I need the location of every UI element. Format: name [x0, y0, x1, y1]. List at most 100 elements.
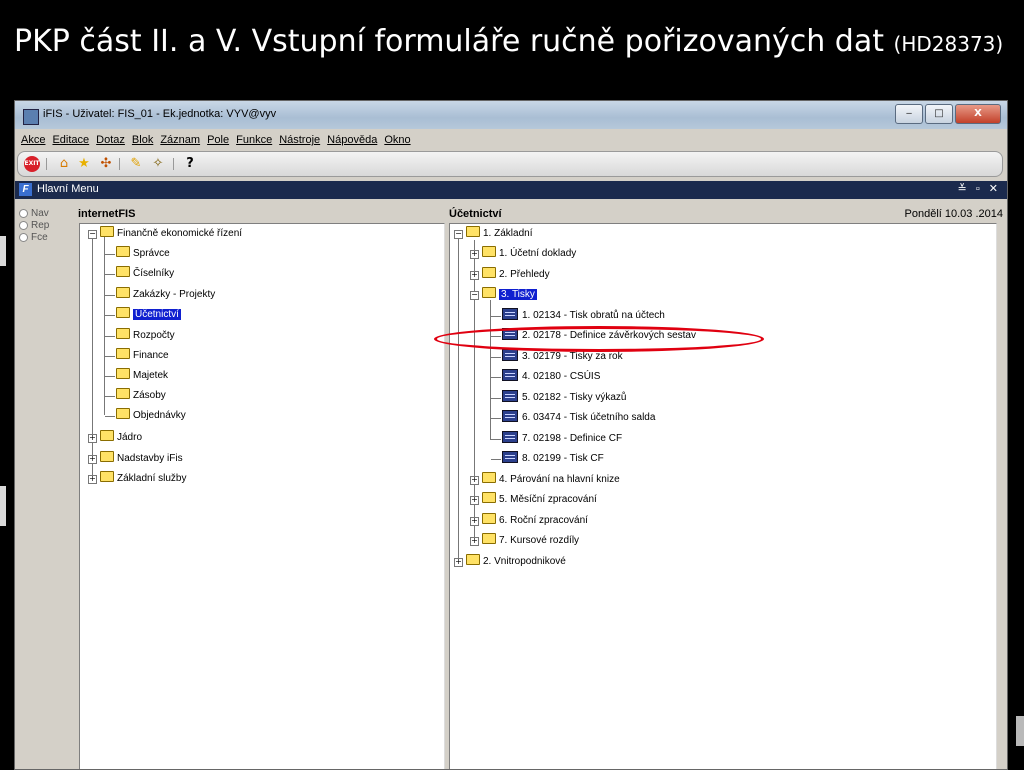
menu-zaznam[interactable]: Záznam	[160, 131, 200, 149]
maximize-button[interactable]: □	[925, 104, 953, 124]
tree-node-ucetnictvi[interactable]: Účetnictví	[116, 307, 182, 323]
exit-icon[interactable]: EXIT	[24, 156, 40, 172]
tree-node-prehledy[interactable]: 2. Přehledy	[482, 267, 550, 283]
form-item-03474[interactable]: 6. 03474 - Tisk účetního salda	[502, 410, 655, 426]
folder-icon	[116, 348, 130, 359]
toolbar-separator	[173, 158, 174, 170]
tree-icon[interactable]: ✣	[98, 156, 114, 172]
tree-node-zakladni-sluzby[interactable]: Základní služby	[100, 471, 186, 487]
expand-toggle[interactable]: +	[470, 537, 479, 546]
form-label: 6. 03474 - Tisk účetního salda	[522, 412, 656, 423]
collapse-toggle[interactable]: −	[470, 291, 479, 300]
form-item-02198[interactable]: 7. 02198 - Definice CF	[502, 431, 622, 447]
tree-node-label: 2. Přehledy	[499, 269, 550, 280]
tree-node-jadro[interactable]: Jádro	[100, 430, 142, 446]
tree-node-label: Jádro	[117, 432, 143, 443]
slide-title-code: (HD28373)	[893, 32, 1004, 56]
radio-dot	[19, 208, 28, 218]
form-item-02182[interactable]: 5. 02182 - Tisky výkazů	[502, 390, 627, 406]
expand-toggle[interactable]: +	[454, 558, 463, 567]
tree-node-objednavky[interactable]: Objednávky	[116, 408, 186, 424]
tree-node-parovani[interactable]: 4. Párování na hlavní knize	[482, 472, 620, 488]
tree-node-ciselniky[interactable]: Číselníky	[116, 266, 174, 282]
expand-toggle[interactable]: +	[470, 496, 479, 505]
tree-node-spravce[interactable]: Správce	[116, 246, 170, 262]
form-label: 4. 02180 - CSÚIS	[522, 371, 601, 382]
wand-icon[interactable]: ✧	[150, 156, 166, 172]
close-button[interactable]: X	[955, 104, 1001, 124]
folder-icon	[482, 533, 496, 544]
tree-node-ucetni-doklady[interactable]: 1. Účetní doklady	[482, 246, 576, 262]
form-item-02179[interactable]: 3. 02179 - Tisky za rok	[502, 349, 623, 365]
tree-node-zakladni[interactable]: 1. Základní	[466, 226, 532, 242]
mode-radio-rep[interactable]: Rep	[19, 220, 49, 232]
form-item-02199[interactable]: 8. 02199 - Tisk CF	[502, 451, 604, 467]
expand-toggle[interactable]: +	[88, 475, 97, 484]
tree-line	[105, 254, 115, 255]
form-item-02178[interactable]: 2. 02178 - Definice závěrkových sestav	[502, 328, 696, 344]
menu-funkce[interactable]: Funkce	[236, 131, 272, 149]
form-label: 3. 02179 - Tisky za rok	[522, 351, 623, 362]
slide-decor	[0, 486, 6, 526]
tree-node-rozpocty[interactable]: Rozpočty	[116, 328, 175, 344]
window-titlebar[interactable]: iFIS - Uživatel: FIS_01 - Ek.jednotka: V…	[15, 101, 1007, 129]
menu-okno[interactable]: Okno	[384, 131, 410, 149]
mode-radio-nav[interactable]: Nav	[19, 208, 49, 220]
tree-line	[491, 418, 501, 419]
tree-node-zasoby[interactable]: Zásoby	[116, 388, 166, 404]
tree-node-nadstavby[interactable]: Nadstavby iFis	[100, 451, 183, 467]
inner-window-controls[interactable]: ≚ ▫ ✕	[958, 182, 1001, 195]
mode-label: Rep	[31, 220, 50, 231]
menu-akce[interactable]: Akce	[21, 131, 45, 149]
tree-node-label: 7. Kursové rozdíly	[499, 535, 580, 546]
menu-nastroje[interactable]: Nástroje	[279, 131, 320, 149]
tree-node-vnitropodnikove[interactable]: 2. Vnitropodnikové	[466, 554, 566, 570]
tree-line	[105, 376, 115, 377]
mode-label: Fce	[31, 232, 48, 243]
expand-toggle[interactable]: +	[88, 455, 97, 464]
tree-node-majetek[interactable]: Majetek	[116, 368, 168, 384]
left-tree-pane[interactable]: − Finančně ekonomické řízení Správce Čís…	[79, 223, 445, 769]
form-icon	[502, 410, 518, 422]
form-item-02180[interactable]: 4. 02180 - CSÚIS	[502, 369, 600, 385]
expand-toggle[interactable]: +	[88, 434, 97, 443]
collapse-toggle[interactable]: −	[88, 230, 97, 239]
favorites-star-icon[interactable]: ★	[76, 156, 92, 172]
help-icon[interactable]: ?	[182, 156, 198, 172]
expand-toggle[interactable]: +	[470, 476, 479, 485]
slide-decor	[0, 236, 6, 266]
tree-line	[104, 237, 105, 415]
tree-line	[491, 439, 501, 440]
expand-toggle[interactable]: +	[470, 271, 479, 280]
folder-open-icon	[482, 287, 496, 298]
menu-editace[interactable]: Editace	[52, 131, 89, 149]
right-tree-pane[interactable]: − 1. Základní + 1. Účetní doklady + 2. P…	[449, 223, 997, 769]
tree-node-tisky[interactable]: 3. Tisky	[482, 287, 538, 303]
tree-node-finance[interactable]: Finance	[116, 348, 169, 364]
minimize-button[interactable]: ‒	[895, 104, 923, 124]
tree-node-kursove[interactable]: 7. Kursové rozdíly	[482, 533, 579, 549]
folder-open-icon	[466, 226, 480, 237]
folder-icon	[482, 246, 496, 257]
tree-node-mesicni[interactable]: 5. Měsíční zpracování	[482, 492, 597, 508]
form-icon	[502, 308, 518, 320]
tree-node-label: Rozpočty	[133, 330, 175, 341]
folder-icon	[116, 368, 130, 379]
tree-node-rocni[interactable]: 6. Roční zpracování	[482, 513, 588, 529]
form-item-02134[interactable]: 1. 02134 - Tisk obratů na účtech	[502, 308, 665, 324]
menu-blok[interactable]: Blok	[132, 131, 153, 149]
form-label: 1. 02134 - Tisk obratů na účtech	[522, 310, 665, 321]
collapse-toggle[interactable]: −	[454, 230, 463, 239]
expand-toggle[interactable]: +	[470, 517, 479, 526]
tree-node-zakazky[interactable]: Zakázky - Projekty	[116, 287, 215, 303]
form-icon	[502, 451, 518, 463]
tree-node-label: Správce	[133, 248, 170, 259]
expand-toggle[interactable]: +	[470, 250, 479, 259]
menu-napoveda[interactable]: Nápověda	[327, 131, 377, 149]
tree-node-root[interactable]: Finančně ekonomické řízení	[100, 226, 242, 242]
menu-dotaz[interactable]: Dotaz	[96, 131, 125, 149]
home-icon[interactable]: ⌂	[56, 156, 72, 172]
mode-radio-fce[interactable]: Fce	[19, 232, 49, 244]
menu-pole[interactable]: Pole	[207, 131, 229, 149]
tools-icon[interactable]: ✎	[128, 156, 144, 172]
